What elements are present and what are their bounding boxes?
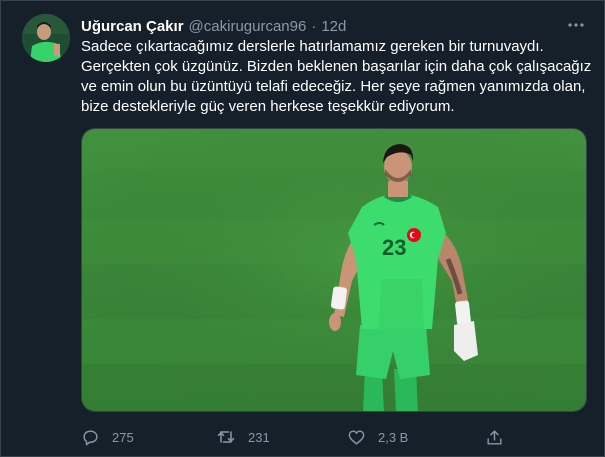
- more-options-button[interactable]: [566, 15, 586, 35]
- separator-dot: ·: [311, 17, 317, 35]
- tweet-time[interactable]: 12d: [321, 18, 346, 35]
- author-name[interactable]: Uğurcan Çakır: [81, 18, 184, 35]
- jersey-number: 23: [382, 235, 406, 260]
- like-count: 2,3 B: [378, 429, 409, 445]
- tweet-text-line: bize destekleriyle güç veren herkese teş…: [81, 98, 455, 115]
- avatar-photo: [22, 14, 70, 62]
- author-handle[interactable]: @cakirugurcan96: [189, 18, 307, 35]
- tweet-actions: 275 231 2,3 B: [81, 423, 511, 451]
- retweet-button[interactable]: 231: [216, 423, 270, 451]
- retweet-icon: [217, 431, 235, 443]
- tweet-header: Uğurcan Çakır @cakirugurcan96 · 12d: [81, 16, 346, 36]
- share-icon: [487, 429, 502, 445]
- tweet-media-photo[interactable]: 23: [81, 128, 587, 412]
- tweet-text-line: ve emin olun bu üzüntüyü telafi edeceğiz…: [81, 78, 586, 95]
- reply-count: 275: [112, 429, 134, 445]
- tweet-text-line: Gerçekten çok üzgünüz. Bizden beklenen b…: [81, 58, 592, 75]
- like-button[interactable]: 2,3 B: [347, 423, 408, 451]
- share-button[interactable]: [485, 423, 504, 451]
- heart-icon: [348, 429, 365, 445]
- tweet-text-line: Sadece çıkartacağımız derslerle hatırlam…: [81, 38, 544, 55]
- goalkeeper-photo: 23: [82, 129, 586, 411]
- retweet-count: 231: [248, 429, 270, 445]
- reply-button[interactable]: 275: [81, 423, 134, 451]
- tweet-text: Sadece çıkartacağımız derslerle hatırlam…: [81, 37, 591, 117]
- reply-icon: [83, 429, 98, 445]
- tweet-card[interactable]: Uğurcan Çakır @cakirugurcan96 · 12d Sade…: [0, 0, 605, 457]
- avatar[interactable]: [22, 14, 70, 62]
- more-horizontal-icon: [568, 23, 584, 27]
